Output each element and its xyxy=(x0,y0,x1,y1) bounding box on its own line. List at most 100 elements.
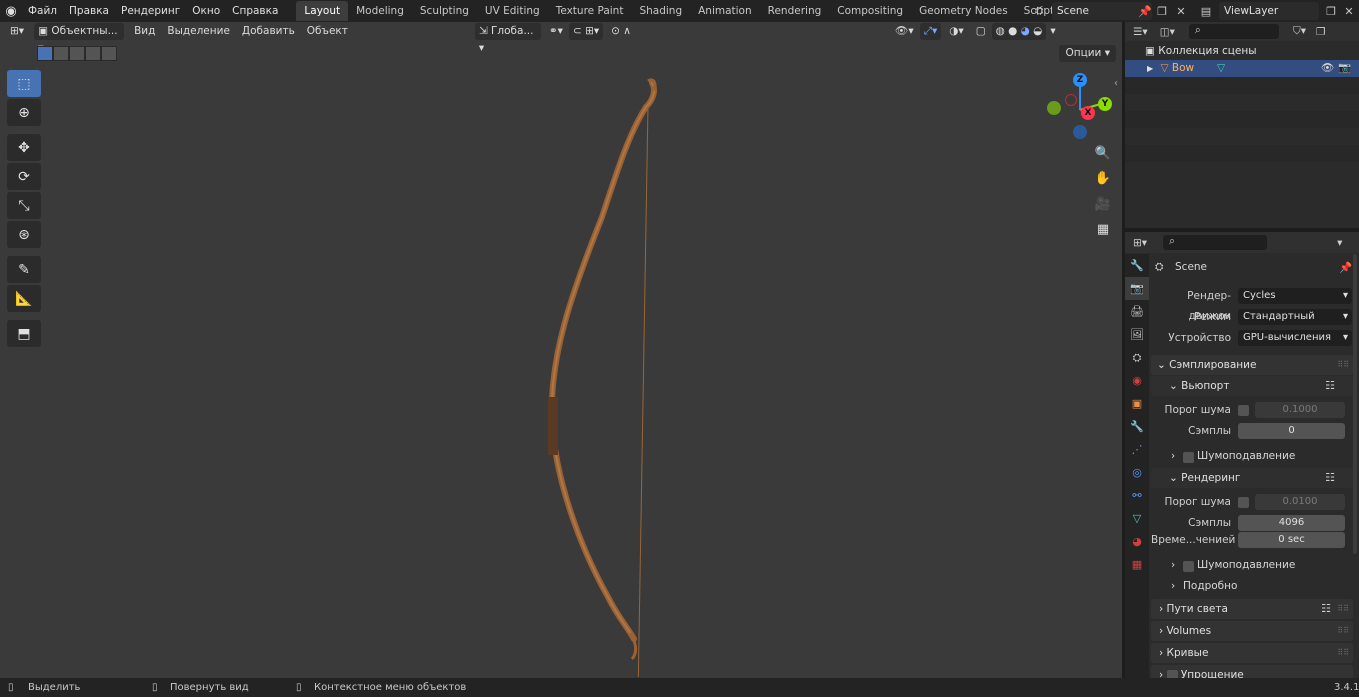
tab-modeling[interactable]: Modeling xyxy=(348,1,412,21)
neg-z-axis-ball[interactable] xyxy=(1073,125,1087,139)
world-tab-icon[interactable]: ◉ xyxy=(1125,369,1149,392)
tab-texture-paint[interactable]: Texture Paint xyxy=(548,1,632,21)
select-subtract-icon[interactable] xyxy=(69,46,85,61)
annotate-icon[interactable]: ✎ xyxy=(7,256,41,283)
pin-icon[interactable]: 📌 xyxy=(1136,2,1154,20)
shading-modes[interactable]: ◍ ● ◕ ◒ xyxy=(991,23,1047,40)
viewport-denoise-checkbox[interactable] xyxy=(1183,452,1194,463)
scale-icon[interactable]: ⤡ xyxy=(7,192,41,219)
new-scene-icon[interactable]: ❐ xyxy=(1153,2,1171,20)
tab-uv-editing[interactable]: UV Editing xyxy=(477,1,548,21)
menu-window[interactable]: Окно xyxy=(186,0,226,22)
light-paths-panel-header[interactable]: › Пути света ☷ ⠿⠿ xyxy=(1151,599,1353,619)
select-intersect-icon[interactable] xyxy=(101,46,117,61)
select-extend-icon[interactable] xyxy=(53,46,69,61)
menu-render[interactable]: Рендеринг xyxy=(115,0,186,22)
scene-icon[interactable]: ⛭ xyxy=(1030,2,1048,20)
render-denoise-checkbox[interactable] xyxy=(1183,561,1194,572)
render-engine-dropdown[interactable]: Cycles ▾ xyxy=(1238,288,1352,304)
render-noise-field[interactable]: 0.0100 xyxy=(1255,494,1345,510)
volumes-panel-header[interactable]: › Volumes ⠿⠿ xyxy=(1151,621,1353,641)
visibility-eye-icon[interactable]: 👁 xyxy=(1321,60,1334,77)
options-dropdown[interactable]: Опции ▾ xyxy=(1059,45,1116,62)
proportional-edit-icon[interactable]: ⊙ ∧ xyxy=(607,23,635,40)
menu-view[interactable]: Вид xyxy=(130,23,159,40)
menu-help[interactable]: Справка xyxy=(226,0,284,22)
view-layer-icon[interactable]: ▤ xyxy=(1197,2,1215,20)
properties-editor-icon[interactable]: ⊞▾ xyxy=(1133,237,1147,249)
close-icon[interactable]: ✕ xyxy=(1172,2,1190,20)
select-box-icon[interactable]: ⬚ xyxy=(7,70,41,97)
tab-geometry-nodes[interactable]: Geometry Nodes xyxy=(911,1,1016,21)
visibility-icon[interactable]: 👁▾ xyxy=(891,23,918,40)
new-view-layer-icon[interactable]: ❐ xyxy=(1322,2,1340,20)
time-limit-field[interactable]: 0 sec xyxy=(1238,532,1345,548)
tab-sculpting[interactable]: Sculpting xyxy=(412,1,477,21)
menu-file[interactable]: Файл xyxy=(22,0,63,22)
transform-icon[interactable]: ⊛ xyxy=(7,221,41,248)
editor-type-icon[interactable]: ⊞▾ xyxy=(6,23,28,40)
properties-search-input[interactable]: ⌕ xyxy=(1163,235,1268,250)
mode-dropdown[interactable]: ▣ Объектны... ▾ xyxy=(34,23,125,54)
view-layer-tab-icon[interactable]: 🖼 xyxy=(1125,323,1149,346)
drag-grip-icon[interactable]: ⠿⠿ xyxy=(1337,355,1349,375)
camera-view-icon[interactable]: 🎥 xyxy=(1091,192,1115,216)
mesh-data-icon[interactable]: ▽ xyxy=(1217,60,1225,77)
orientation-dropdown[interactable]: ⇲ Глоба... ▾ xyxy=(474,23,541,54)
tab-rendering[interactable]: Rendering xyxy=(760,1,830,21)
curves-panel-header[interactable]: › Кривые ⠿⠿ xyxy=(1151,643,1353,663)
properties-options-icon[interactable]: ▾ xyxy=(1337,237,1342,249)
tab-layout[interactable]: Layout xyxy=(296,1,349,21)
select-new-icon[interactable] xyxy=(37,46,53,61)
add-cube-icon[interactable]: ⬒ xyxy=(7,320,41,347)
snap-icon[interactable]: ⊂ ⊞▾ xyxy=(568,23,604,40)
tab-animation[interactable]: Animation xyxy=(690,1,760,21)
device-dropdown[interactable]: GPU-вычисления ▾ xyxy=(1238,330,1352,346)
render-samples-field[interactable]: 4096 xyxy=(1238,515,1345,531)
render-denoise-row[interactable]: › Шумоподавление xyxy=(1151,556,1355,576)
outliner-editor-icon[interactable]: ☰▾ xyxy=(1133,26,1148,38)
close-view-layer-icon[interactable]: ✕ xyxy=(1340,2,1358,20)
drag-grip-icon[interactable]: ⠿⠿ xyxy=(1337,643,1349,663)
gizmo-toggle-icon[interactable]: ⤢▾ xyxy=(919,23,942,40)
menu-edit[interactable]: Правка xyxy=(63,0,115,22)
constraints-tab-icon[interactable]: ⚯ xyxy=(1125,484,1149,507)
properties-scrollbar[interactable] xyxy=(1353,254,1357,554)
measure-icon[interactable]: 📐 xyxy=(7,285,41,312)
3d-viewport[interactable]: ⊞▾ ▣ Объектны... ▾ Вид Выделение Добавит… xyxy=(0,22,1122,678)
preset-list-icon[interactable]: ☷ xyxy=(1321,599,1331,619)
particles-tab-icon[interactable]: ⋰ xyxy=(1125,438,1149,461)
bow-model[interactable] xyxy=(530,77,680,677)
wireframe-icon[interactable]: ◍ xyxy=(996,25,1005,37)
viewport-samples-field[interactable]: 0 xyxy=(1238,423,1345,439)
drag-grip-icon[interactable]: ⠿⠿ xyxy=(1337,621,1349,641)
render-tab-icon[interactable]: 📷 xyxy=(1125,277,1149,300)
menu-add[interactable]: Добавить xyxy=(238,23,299,40)
move-icon[interactable]: ✥ xyxy=(7,134,41,161)
scene-tab-icon[interactable]: ⛭ xyxy=(1125,346,1149,369)
viewport-subpanel-header[interactable]: ⌄ Вьюпорт ☷ xyxy=(1151,376,1353,396)
neg-x-axis-ball[interactable] xyxy=(1065,94,1077,106)
z-axis-ball[interactable]: Z xyxy=(1073,73,1087,87)
shading-options-icon[interactable]: ▾ xyxy=(1046,23,1059,40)
solid-icon[interactable]: ● xyxy=(1008,25,1017,37)
drag-grip-icon[interactable]: ⠿⠿ xyxy=(1337,599,1349,619)
output-tab-icon[interactable]: 🖨 xyxy=(1125,300,1149,323)
menu-select[interactable]: Выделение xyxy=(163,23,234,40)
tab-compositing[interactable]: Compositing xyxy=(829,1,911,21)
rotate-icon[interactable]: ⟳ xyxy=(7,163,41,190)
tab-shading[interactable]: Shading xyxy=(631,1,690,21)
tool-tab-icon[interactable]: 🔧 xyxy=(1125,254,1149,277)
details-row[interactable]: › Подробно xyxy=(1151,577,1355,597)
navigation-gizmo[interactable]: Z Y X xyxy=(1040,70,1120,150)
mode-dropdown[interactable]: Стандартный ▾ xyxy=(1238,309,1352,325)
xray-icon[interactable]: ▢ xyxy=(972,23,990,40)
rendered-icon[interactable]: ◒ xyxy=(1033,25,1042,37)
blender-logo-icon[interactable]: ◉ xyxy=(0,0,22,22)
material-preview-icon[interactable]: ◕ xyxy=(1021,25,1030,37)
cursor-icon[interactable]: ⊕ xyxy=(7,99,41,126)
render-noise-checkbox[interactable] xyxy=(1238,497,1249,508)
render-subpanel-header[interactable]: ⌄ Рендеринг ☷ xyxy=(1151,468,1353,488)
filter-icon[interactable]: ⛉▾ xyxy=(1293,25,1306,38)
x-axis-ball[interactable]: X xyxy=(1081,106,1095,120)
